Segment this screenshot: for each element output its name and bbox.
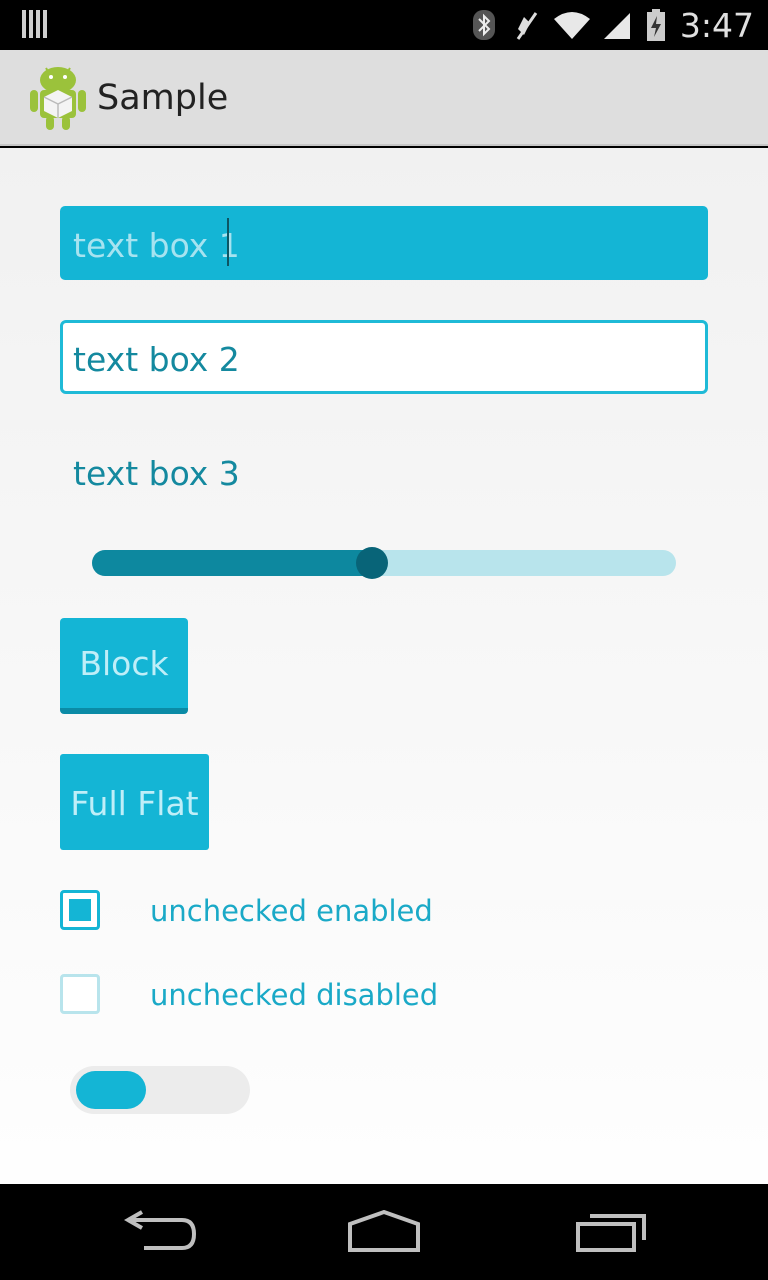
text-box-3-field[interactable]: text box 3	[60, 434, 708, 508]
navigation-bar	[0, 1184, 768, 1280]
slider[interactable]	[92, 547, 676, 579]
block-button-label: Block	[79, 644, 169, 683]
recents-icon[interactable]	[572, 1210, 652, 1254]
status-bar: 3:47	[0, 0, 768, 50]
text-box-3-value: text box 3	[73, 454, 240, 493]
slider-fill	[92, 550, 373, 576]
checkbox-enabled-label[interactable]: unchecked enabled	[150, 894, 433, 928]
home-icon[interactable]	[344, 1210, 424, 1254]
wifi-icon	[553, 12, 590, 39]
android-app-icon[interactable]	[28, 66, 88, 130]
app-title: Sample	[97, 78, 229, 118]
back-icon[interactable]	[124, 1210, 204, 1254]
slider-thumb[interactable]	[356, 547, 389, 579]
full-flat-button[interactable]: Full Flat	[60, 754, 209, 850]
mute-icon	[516, 12, 538, 40]
checkbox-enabled-fill	[69, 899, 91, 921]
toggle-switch[interactable]	[70, 1066, 250, 1114]
text-box-2-field[interactable]: text box 2	[60, 320, 708, 394]
cell-signal-icon	[603, 13, 630, 39]
block-button[interactable]: Block	[60, 618, 188, 714]
bluetooth-icon	[472, 10, 495, 40]
toggle-knob[interactable]	[76, 1071, 146, 1109]
signal-bars-icon	[22, 10, 48, 40]
text-caret	[227, 218, 229, 266]
checkbox-disabled	[60, 974, 100, 1014]
action-bar: Sample	[0, 50, 768, 146]
text-box-1-field[interactable]: text box 1	[60, 206, 708, 280]
text-box-2-value: text box 2	[73, 340, 240, 379]
checkbox-disabled-label: unchecked disabled	[150, 978, 439, 1012]
full-flat-button-label: Full Flat	[70, 784, 199, 823]
battery-charging-icon	[646, 9, 665, 41]
status-icons: 3:47	[470, 5, 754, 45]
content: text box 1 text box 2 text box 3 Block F…	[0, 148, 768, 1184]
checkbox-enabled[interactable]	[60, 890, 100, 930]
text-box-1-value: text box 1	[73, 226, 240, 265]
status-time: 3:47	[679, 5, 754, 45]
